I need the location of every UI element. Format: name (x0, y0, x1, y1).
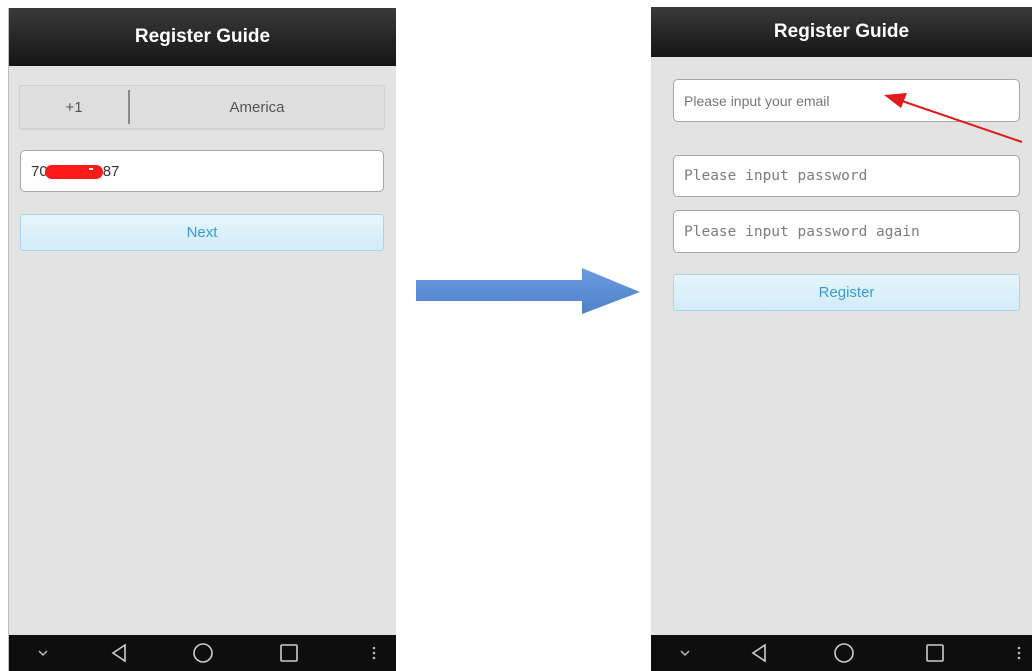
home-icon[interactable] (831, 635, 857, 671)
next-button[interactable]: Next (20, 214, 384, 251)
system-nav-bar (651, 635, 1032, 671)
redaction-mark (44, 165, 103, 179)
chevron-down-icon[interactable] (673, 635, 697, 671)
redaction-dash (88, 168, 93, 170)
phone-number-input[interactable]: 70 87 (20, 150, 384, 192)
recents-icon[interactable] (922, 635, 948, 671)
page-title: Register Guide (134, 26, 271, 47)
password-field[interactable]: Please input password (673, 155, 1020, 197)
register-button[interactable]: Register (673, 274, 1020, 311)
country-code[interactable]: +1 (20, 86, 128, 128)
home-icon[interactable] (190, 635, 216, 671)
country-name[interactable]: America (130, 86, 384, 128)
page-title: Register Guide (773, 21, 910, 42)
phone-screen-left: Register Guide +1 America 70 87 Next (8, 8, 396, 671)
system-nav-bar (9, 635, 396, 671)
recents-icon[interactable] (276, 635, 302, 671)
chevron-down-icon[interactable] (31, 635, 55, 671)
title-bar: Register Guide (651, 7, 1032, 57)
back-icon[interactable] (746, 635, 772, 671)
menu-icon[interactable] (1012, 635, 1026, 671)
menu-icon[interactable] (367, 635, 381, 671)
phone-suffix: 87 (102, 162, 120, 180)
country-selector[interactable]: +1 America (19, 85, 385, 129)
back-icon[interactable] (106, 635, 132, 671)
password-confirm-field[interactable]: Please input password again (673, 210, 1020, 253)
flow-arrow-icon (416, 268, 640, 314)
title-bar: Register Guide (9, 8, 396, 66)
phone-screen-right: Register Guide Please input your email P… (651, 7, 1032, 671)
email-field[interactable]: Please input your email (673, 79, 1020, 122)
